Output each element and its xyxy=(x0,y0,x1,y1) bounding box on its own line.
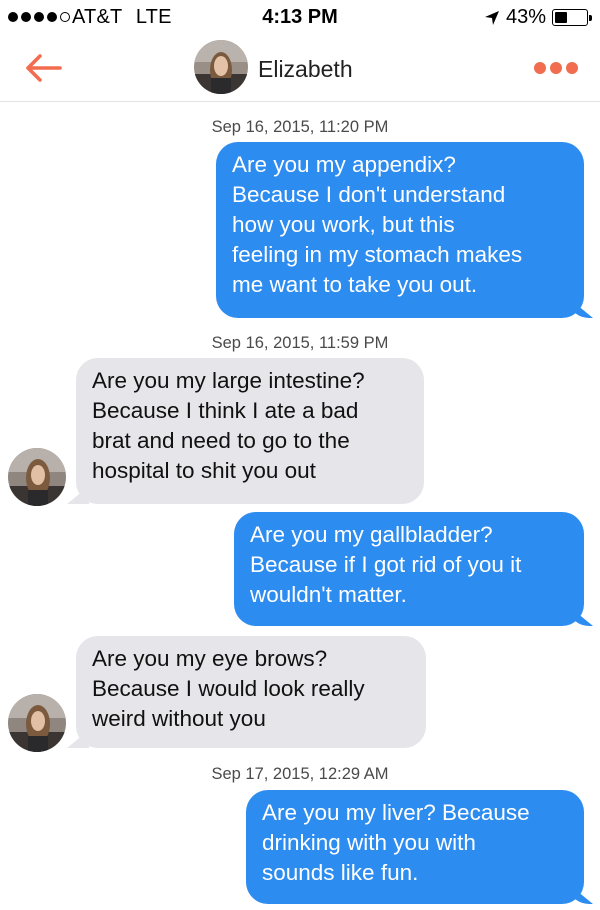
more-dot xyxy=(550,62,562,74)
message-line: Are you my large intestine? xyxy=(92,368,365,393)
message-line: Because I don't understand xyxy=(232,182,506,207)
message-line: hospital to shit you out xyxy=(92,458,316,483)
message-line: feeling in my stomach makes xyxy=(232,242,523,267)
message-line: Because I think I ate a bad xyxy=(92,398,359,423)
sender-avatar[interactable] xyxy=(8,448,66,506)
more-options-button[interactable] xyxy=(534,58,578,78)
sent-message[interactable]: Are you my appendix? Because I don't und… xyxy=(216,142,584,318)
message-line: weird without you xyxy=(92,706,266,731)
status-right: 43% xyxy=(484,6,592,29)
contact-name[interactable]: Elizabeth xyxy=(258,56,353,83)
message-line: drinking with you with xyxy=(262,830,476,855)
message-line: sounds like fun. xyxy=(262,860,419,885)
received-message[interactable]: Are you my eye brows? Because I would lo… xyxy=(76,636,426,748)
message-line: Are you my eye brows? xyxy=(92,646,328,671)
sender-avatar[interactable] xyxy=(8,694,66,752)
more-dot xyxy=(566,62,578,74)
contact-photo-icon xyxy=(194,40,248,94)
contact-avatar[interactable] xyxy=(194,40,248,94)
back-button[interactable] xyxy=(22,52,64,84)
more-dot xyxy=(534,62,546,74)
location-arrow-icon xyxy=(484,10,499,25)
timestamp: Sep 16, 2015, 11:59 PM xyxy=(211,334,389,352)
message-line: Are you my gallbladder? xyxy=(250,522,493,547)
battery-percent: 43% xyxy=(505,6,546,28)
status-bar: AT&T LTE 4:13 PM 43% xyxy=(0,0,600,36)
message-line: wouldn't matter. xyxy=(250,582,407,607)
message-line: Are you my appendix? xyxy=(232,152,456,177)
message-line: Are you my liver? Because xyxy=(262,800,530,825)
message-line: me want to take you out. xyxy=(232,272,478,297)
received-message[interactable]: Are you my large intestine? Because I th… xyxy=(76,358,424,504)
timestamp: Sep 17, 2015, 12:29 AM xyxy=(211,765,389,783)
battery-fill xyxy=(555,12,568,23)
back-arrow-icon xyxy=(26,54,62,82)
battery-icon xyxy=(552,9,592,26)
sender-photo-icon xyxy=(8,694,66,752)
sender-photo-icon xyxy=(8,448,66,506)
conversation-header: Elizabeth xyxy=(0,36,600,102)
sent-message[interactable]: Are you my gallbladder? Because if I got… xyxy=(234,512,584,626)
timestamp: Sep 16, 2015, 11:20 PM xyxy=(211,118,389,136)
message-line: Because I would look really xyxy=(92,676,365,701)
message-line: Because if I got rid of you it xyxy=(250,552,522,577)
sent-message[interactable]: Are you my liver? Because drinking with … xyxy=(246,790,584,904)
message-line: brat and need to go to the xyxy=(92,428,350,453)
message-line: how you work, but this xyxy=(232,212,455,237)
